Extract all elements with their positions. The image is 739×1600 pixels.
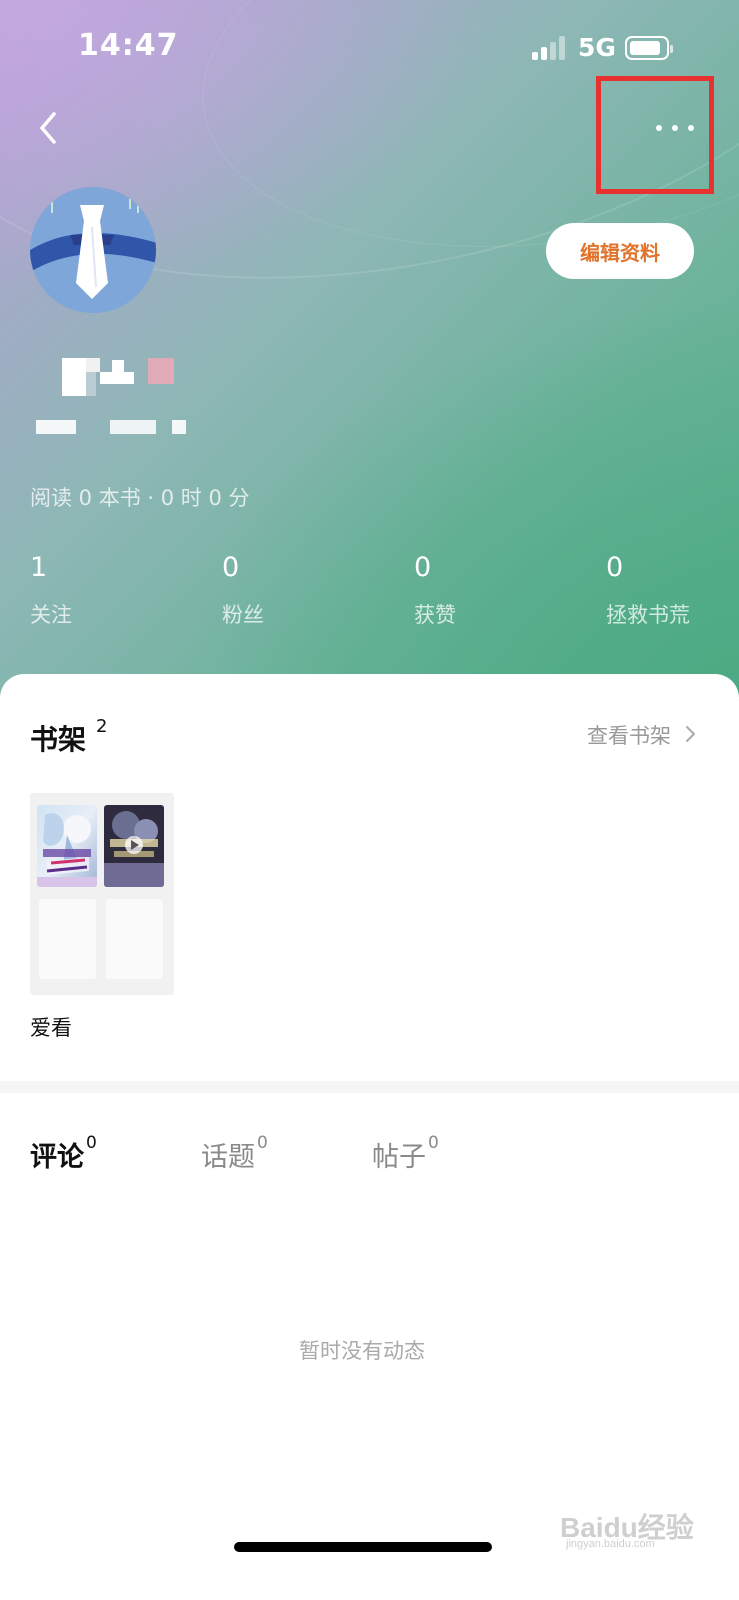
reading-stats: 阅读 0 本书 · 0 时 0 分 [30, 486, 250, 510]
tab-count: 0 [428, 1133, 439, 1153]
stat-likes[interactable]: 0 获赞 [414, 552, 456, 629]
stat-following[interactable]: 1 关注 [30, 552, 72, 629]
bookshelf-title: 书架 [30, 723, 87, 756]
stat-value: 0 [414, 552, 432, 583]
folder-name: 爱看 [30, 1016, 72, 1040]
watermark-domain: jingyan.baidu.com [566, 1538, 655, 1550]
stat-value: 0 [606, 552, 624, 583]
book-cover [37, 805, 97, 887]
stat-label: 粉丝 [222, 603, 264, 627]
chevron-right-icon[interactable] [684, 724, 698, 744]
empty-state-text: 暂时没有动态 [299, 1339, 425, 1363]
stat-label: 关注 [30, 603, 72, 627]
tab-label: 话题 [201, 1142, 255, 1173]
tab-comments[interactable]: 评论 0 [30, 1133, 97, 1174]
tab-label: 帖子 [372, 1142, 426, 1173]
stat-label: 拯救书荒 [606, 603, 690, 627]
empty-cover-slot [39, 899, 96, 979]
signal-icon [532, 36, 566, 60]
tie-avatar-image [30, 187, 156, 313]
annotation-highlight-box [596, 76, 714, 194]
home-indicator[interactable] [234, 1542, 492, 1552]
stat-value: 0 [222, 552, 240, 583]
bookshelf-count: 2 [96, 716, 108, 737]
baidu-watermark: Baidu经验 jingyan.baidu.com [560, 1498, 710, 1560]
stat-value: 1 [30, 552, 48, 583]
stat-label: 获赞 [414, 603, 456, 627]
status-time: 14:47 [78, 28, 179, 63]
empty-cover-slot [106, 899, 163, 979]
tab-posts[interactable]: 帖子 0 [372, 1133, 439, 1174]
section-divider [0, 1081, 739, 1093]
profile-page: 14:47 5G 编辑资料 阅读 0 本书 · 0 时 0 分 1 关注 0 粉… [0, 0, 739, 1600]
view-bookshelf-link[interactable]: 查看书架 [587, 720, 671, 750]
avatar[interactable] [30, 187, 156, 313]
edit-profile-button[interactable]: 编辑资料 [546, 223, 694, 279]
battery-icon [625, 36, 673, 60]
tab-count: 0 [257, 1133, 268, 1153]
back-button[interactable] [30, 108, 70, 148]
bookshelf-folder[interactable] [30, 793, 174, 995]
stat-rescue-book-shortage[interactable]: 0 拯救书荒 [606, 552, 690, 629]
chevron-left-icon [40, 112, 56, 144]
network-type: 5G [578, 33, 616, 62]
tab-label: 评论 [30, 1142, 84, 1173]
tab-topics[interactable]: 话题 0 [201, 1133, 268, 1174]
stat-followers[interactable]: 0 粉丝 [222, 552, 264, 629]
book-cover [104, 805, 164, 887]
tab-count: 0 [86, 1133, 97, 1153]
